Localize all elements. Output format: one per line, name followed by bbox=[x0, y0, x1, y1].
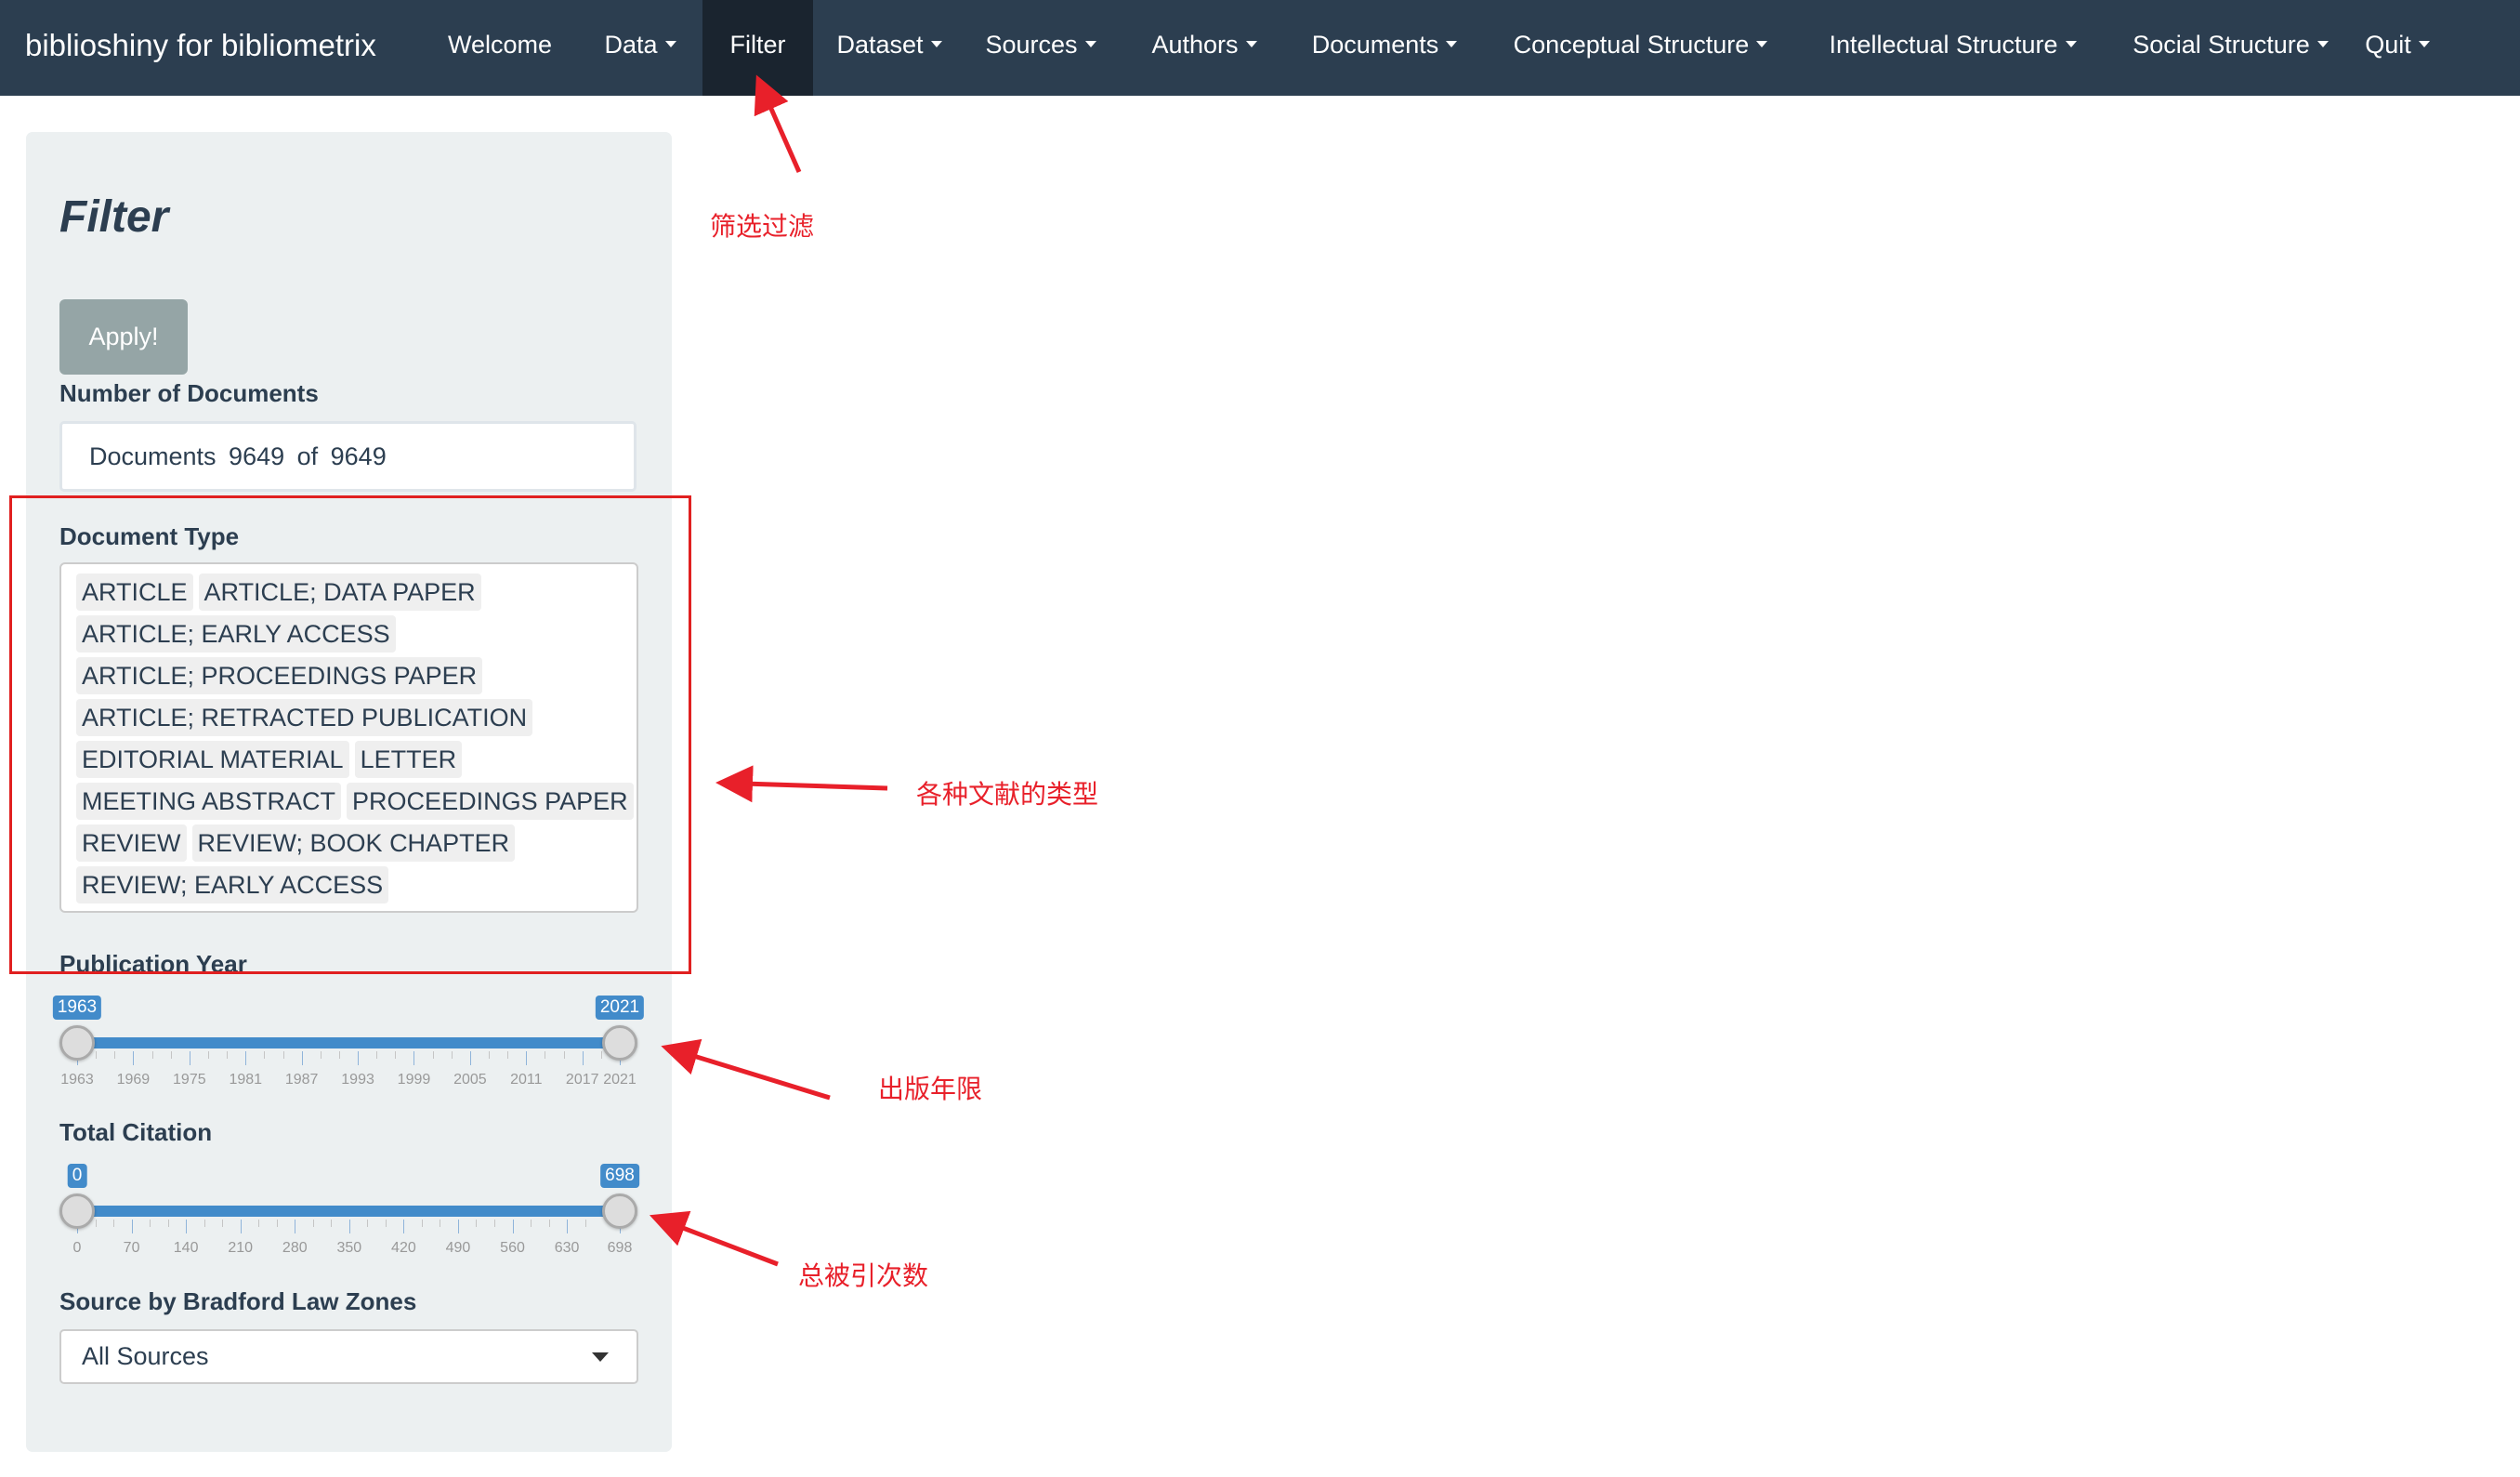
annotation-arrows bbox=[649, 74, 888, 1267]
annotation-citations: 总被引次数 bbox=[798, 1260, 929, 1291]
arrow-to-pub-year bbox=[661, 1038, 831, 1101]
annotation-doc-types: 各种文献的类型 bbox=[916, 779, 1099, 810]
annotation-pub-year: 出版年限 bbox=[878, 1074, 983, 1104]
arrow-to-doc-type bbox=[715, 765, 888, 803]
arrow-to-filter-tab bbox=[754, 74, 802, 174]
arrow-to-citation bbox=[649, 1210, 779, 1267]
annotation-filter: 筛选过滤 bbox=[710, 211, 815, 242]
